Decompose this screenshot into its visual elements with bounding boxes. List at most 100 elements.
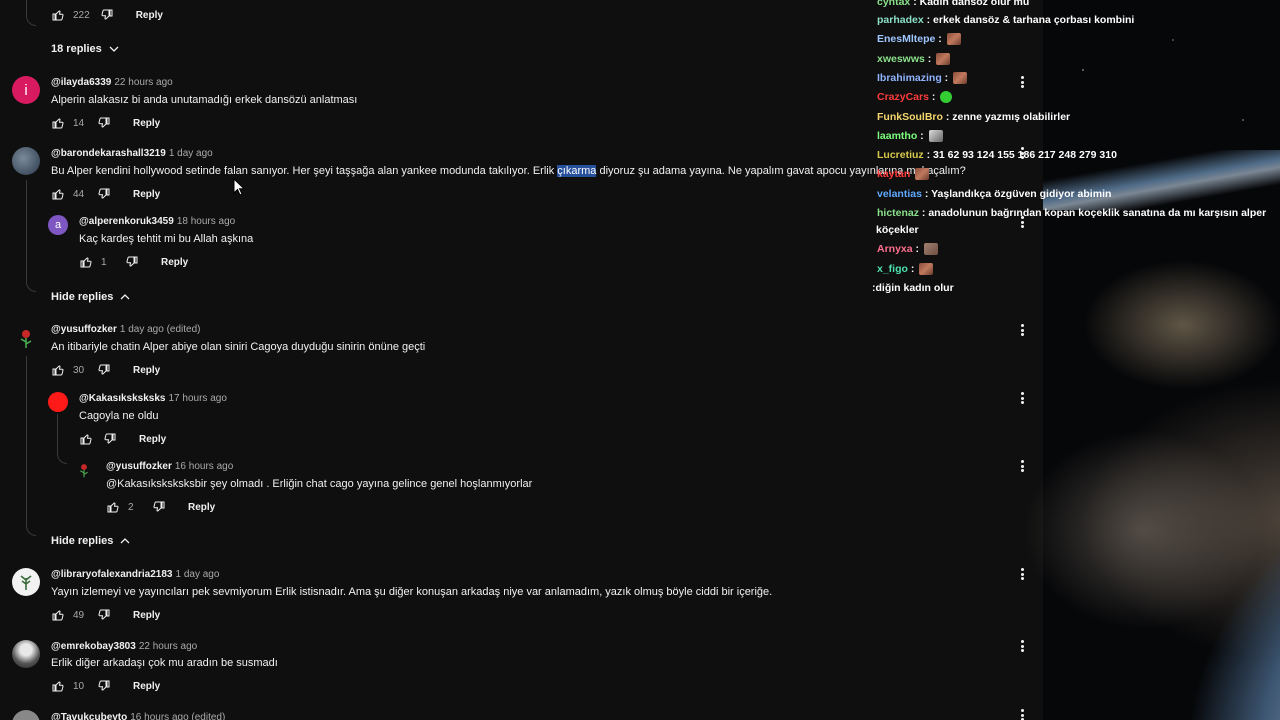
chat-text: : 31 62 93 124 155 186 217 248 279 310 bbox=[923, 149, 1117, 161]
comment-time[interactable]: 16 hours ago (edited) bbox=[130, 712, 225, 720]
avatar[interactable]: a bbox=[48, 215, 68, 235]
chevron-down-icon bbox=[109, 46, 119, 52]
avatar[interactable] bbox=[48, 392, 68, 412]
reply-button[interactable]: Reply bbox=[133, 365, 160, 376]
more-vert-icon[interactable] bbox=[1017, 638, 1027, 654]
reply-button[interactable]: Reply bbox=[139, 434, 166, 445]
avatar[interactable] bbox=[12, 710, 40, 720]
comment-text: Yayın izlemeyi ve yayıncıları pek sevmiy… bbox=[51, 586, 773, 598]
comment-author[interactable]: @libraryofalexandria2183 bbox=[51, 569, 172, 580]
comment-author[interactable]: @Tavukcubeyto bbox=[51, 712, 127, 720]
comment-time[interactable]: 1 day ago bbox=[169, 148, 213, 159]
hide-replies-label: Hide replies bbox=[51, 535, 114, 547]
avatar[interactable] bbox=[12, 324, 40, 352]
thumbs-down-icon[interactable] bbox=[125, 255, 139, 269]
thumbs-down-icon[interactable] bbox=[97, 679, 111, 693]
chat-message: parhadex : erkek dansöz & tarhana çorbas… bbox=[877, 14, 1277, 26]
thumbs-down-icon[interactable] bbox=[103, 432, 117, 446]
reply-button[interactable]: Reply bbox=[133, 681, 160, 692]
hide-replies-toggle[interactable]: Hide replies bbox=[51, 291, 131, 303]
reply-author[interactable]: @yusuffozker bbox=[106, 461, 172, 472]
chat-message: velantias : Yaşlandıkça özgüven gidiyor … bbox=[877, 188, 1277, 200]
chat-username: Ibrahimazing bbox=[877, 72, 942, 84]
reply-button[interactable]: Reply bbox=[188, 502, 215, 513]
more-vert-icon[interactable] bbox=[1017, 390, 1027, 406]
thumbs-down-icon[interactable] bbox=[97, 187, 111, 201]
reply-text: Cagoyla ne oldu bbox=[79, 410, 159, 422]
chat-username: hictenaz bbox=[877, 207, 920, 219]
emote-icon bbox=[923, 243, 938, 256]
thumbs-up-icon[interactable] bbox=[51, 116, 65, 130]
reply-text: @Kakasıksksksksbir şey olmadı . Erliğin … bbox=[106, 478, 533, 490]
reply-button[interactable]: Reply bbox=[133, 610, 160, 621]
more-vert-icon[interactable] bbox=[1017, 707, 1027, 720]
thumbs-up-icon[interactable] bbox=[51, 363, 65, 377]
chat-username: Arnyxa bbox=[877, 243, 913, 255]
chat-text: : bbox=[924, 53, 935, 65]
chat-username: kaytan bbox=[877, 168, 911, 180]
comment-time[interactable]: 22 hours ago bbox=[139, 641, 197, 652]
comment-author[interactable]: @yusuffozker bbox=[51, 324, 117, 335]
comment-author[interactable]: @ilayda6339 bbox=[51, 77, 111, 88]
chat-message: EnesMltepe : bbox=[877, 33, 1277, 46]
comment-actions: 10 Reply bbox=[51, 679, 160, 693]
reply-header: @alperenkoruk3459 18 hours ago bbox=[79, 216, 235, 227]
comment-author[interactable]: @emrekobay3803 bbox=[51, 641, 136, 652]
more-vert-icon[interactable] bbox=[1017, 566, 1027, 582]
avatar[interactable]: i bbox=[12, 76, 40, 104]
thumbs-down-icon[interactable] bbox=[97, 363, 111, 377]
thumbs-up-icon[interactable] bbox=[51, 608, 65, 622]
reply-button[interactable]: Reply bbox=[133, 189, 160, 200]
comment-author[interactable]: @barondekarashall3219 bbox=[51, 148, 166, 159]
reply-button[interactable]: Reply bbox=[133, 118, 160, 129]
more-vert-icon[interactable] bbox=[1017, 322, 1027, 338]
avatar[interactable] bbox=[12, 147, 40, 175]
thumbs-down-icon[interactable] bbox=[100, 8, 114, 22]
replies-toggle[interactable]: 18 replies bbox=[51, 43, 120, 55]
plant-icon bbox=[20, 575, 32, 590]
chat-text: : bbox=[928, 91, 939, 103]
chat-text: : erkek dansöz & tarhana çorbası kombini bbox=[923, 14, 1135, 26]
avatar[interactable] bbox=[12, 640, 40, 668]
comment-header: @emrekobay3803 22 hours ago bbox=[51, 641, 197, 652]
thumbs-up-icon[interactable] bbox=[79, 432, 93, 446]
hide-replies-toggle[interactable]: Hide replies bbox=[51, 535, 131, 547]
reply-button[interactable]: Reply bbox=[161, 257, 188, 268]
thumbs-down-icon[interactable] bbox=[97, 116, 111, 130]
thumbs-down-icon[interactable] bbox=[97, 608, 111, 622]
comment-time[interactable]: 1 day ago (edited) bbox=[120, 324, 201, 335]
thumbs-up-icon[interactable] bbox=[51, 8, 65, 22]
comment-time[interactable]: 1 day ago bbox=[175, 569, 219, 580]
chat-message: kaytan bbox=[877, 168, 1277, 181]
reply-author[interactable]: @Kakasıksksksks bbox=[79, 393, 166, 404]
avatar[interactable] bbox=[12, 568, 40, 596]
comment-time[interactable]: 22 hours ago bbox=[114, 77, 172, 88]
avatar[interactable] bbox=[74, 460, 94, 480]
chat-username: CrazyCars bbox=[877, 91, 929, 103]
chat-username: EnesMltepe bbox=[877, 33, 936, 45]
emote-icon bbox=[940, 91, 953, 104]
reply-time[interactable]: 17 hours ago bbox=[169, 393, 227, 404]
reply-button[interactable]: Reply bbox=[136, 10, 163, 21]
reply-author[interactable]: @alperenkoruk3459 bbox=[79, 216, 174, 227]
thumbs-up-icon[interactable] bbox=[51, 679, 65, 693]
thumbs-up-icon[interactable] bbox=[51, 187, 65, 201]
reply-actions: 2 Reply bbox=[106, 500, 215, 514]
thumbs-down-icon[interactable] bbox=[152, 500, 166, 514]
emote-icon bbox=[915, 168, 930, 181]
comment-actions: 44 Reply bbox=[51, 187, 160, 201]
chevron-up-icon bbox=[120, 294, 130, 300]
reply-time[interactable]: 16 hours ago bbox=[175, 461, 233, 472]
more-vert-icon[interactable] bbox=[1017, 458, 1027, 474]
emote-icon bbox=[946, 33, 961, 46]
chat-message: Ibrahimazing : bbox=[877, 72, 1277, 85]
comment-text: Erlik diğer arkadaşı çok mu aradın be su… bbox=[51, 657, 278, 669]
thumbs-up-icon[interactable] bbox=[106, 500, 120, 514]
comment-text: Bu Alper kendini hollywood setinde falan… bbox=[51, 165, 966, 177]
thumbs-up-icon[interactable] bbox=[79, 255, 93, 269]
comment-text: An itibariyle chatin Alper abiye olan si… bbox=[51, 341, 426, 353]
chat-message: Arnyxa : bbox=[877, 243, 1277, 256]
like-count: 1 bbox=[101, 256, 107, 268]
selected-text: çıkarma bbox=[557, 165, 597, 177]
reply-time[interactable]: 18 hours ago bbox=[177, 216, 235, 227]
